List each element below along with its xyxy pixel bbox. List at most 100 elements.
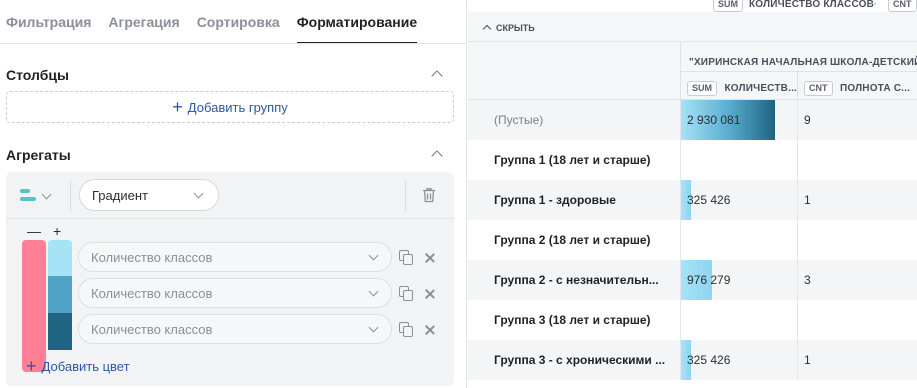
- aggregates-section-title: Агрегаты: [6, 147, 71, 163]
- sum-cell[interactable]: 325 426: [680, 180, 797, 220]
- tab-formatting[interactable]: Форматирование: [296, 0, 418, 44]
- copy-icon[interactable]: [399, 250, 414, 265]
- column-header-sum[interactable]: SUM КОЛИЧЕСТВ...: [680, 72, 797, 100]
- close-icon[interactable]: [425, 325, 435, 335]
- add-color-label: Добавить цвет: [41, 358, 130, 374]
- row-header-corner: [468, 42, 680, 100]
- cnt-cell[interactable]: 1: [797, 180, 917, 220]
- top-measure-strip: SUM КОЛИЧЕСТВО КЛАССОВ ·· CNT: [468, 0, 917, 12]
- columns-section-title: Столбцы: [6, 67, 69, 83]
- close-icon[interactable]: [425, 253, 435, 263]
- cell-value: 9: [804, 113, 811, 127]
- cnt-tag: CNT: [888, 0, 917, 12]
- sum-cell[interactable]: [680, 300, 797, 340]
- plus-icon: +: [172, 97, 183, 117]
- cnt-cell[interactable]: [797, 300, 917, 340]
- row-header[interactable]: (Пустые): [468, 100, 680, 140]
- tab-aggregation[interactable]: Агрегация: [108, 0, 179, 44]
- header-divider-right: [405, 180, 406, 211]
- cnt-cell[interactable]: 1: [797, 340, 917, 380]
- chevron-down-icon: [42, 191, 52, 201]
- copy-icon[interactable]: [399, 322, 414, 337]
- plus-icon: +: [26, 356, 37, 376]
- sum-cell[interactable]: 2 930 081: [680, 100, 797, 140]
- chevron-down-icon: [194, 190, 204, 200]
- measure-field-value: Количество классов: [91, 322, 213, 337]
- cnt-cell[interactable]: [797, 220, 917, 260]
- sum-tag: SUM: [713, 0, 743, 12]
- row-header[interactable]: Группа 3 (18 лет и старше): [468, 300, 680, 340]
- bars-icon: [20, 188, 36, 204]
- cell-value: 1: [804, 353, 811, 367]
- color-segment[interactable]: [48, 276, 72, 313]
- tab-bar: Фильтрация Агрегация Сортировка Форматир…: [6, 0, 434, 44]
- add-color-button[interactable]: + Добавить цвет: [26, 357, 130, 375]
- cell-value: 325 426: [687, 353, 731, 367]
- aggregate-format-card: Градиент — + Количество классов Количест…: [6, 172, 454, 386]
- format-type-value: Градиент: [92, 188, 148, 203]
- settings-panel: Фильтрация Агрегация Сортировка Форматир…: [0, 0, 467, 388]
- positive-color-scale[interactable]: [48, 240, 72, 372]
- add-group-button[interactable]: + Добавить группу: [6, 91, 454, 123]
- measure-field-select[interactable]: Количество классов: [78, 242, 392, 272]
- color-segment[interactable]: [48, 313, 72, 350]
- preview-table: SUM КОЛИЧЕСТВО КЛАССОВ ·· CNT СКРЫТЬ "ХИ…: [468, 0, 917, 388]
- app-root: Фильтрация Агрегация Сортировка Форматир…: [0, 0, 917, 388]
- header-divider: [70, 180, 71, 211]
- top-measure-label: КОЛИЧЕСТВО КЛАССОВ: [749, 0, 875, 10]
- row-header[interactable]: Группа 2 - с незначительн...: [468, 260, 680, 300]
- aggregate-format-header: Градиент: [6, 172, 454, 219]
- sum-cell[interactable]: [680, 140, 797, 180]
- measure-field-value: Количество классов: [91, 286, 213, 301]
- chevron-down-icon: [369, 324, 379, 334]
- tab-filtering[interactable]: Фильтрация: [6, 0, 91, 44]
- hide-button[interactable]: СКРЫТЬ: [482, 23, 535, 33]
- measure-field-select[interactable]: Количество классов: [78, 314, 392, 344]
- hide-row: СКРЫТЬ: [468, 12, 917, 42]
- sum-tag: SUM: [687, 81, 717, 96]
- cell-value: 976 279: [687, 273, 731, 287]
- add-positive-color-button[interactable]: +: [53, 223, 61, 239]
- chevron-down-icon: [369, 252, 379, 262]
- cnt-tag: CNT: [804, 81, 833, 96]
- cnt-cell[interactable]: [797, 140, 917, 180]
- cnt-cell[interactable]: 9: [797, 100, 917, 140]
- remove-negative-color-button[interactable]: —: [27, 223, 41, 239]
- color-segment[interactable]: [22, 240, 46, 372]
- color-segment[interactable]: [48, 240, 72, 276]
- negative-color-stop[interactable]: [22, 240, 46, 372]
- column-header-cnt[interactable]: CNT ПОЛНОТА С...: [797, 72, 917, 100]
- trash-icon[interactable]: [422, 187, 436, 203]
- collapse-aggregates-chevron-up-icon[interactable]: [431, 148, 443, 160]
- chevron-up-icon: [482, 23, 492, 33]
- column-header-label: КОЛИЧЕСТВ...: [724, 83, 797, 94]
- chevron-down-icon: [369, 288, 379, 298]
- more-dots: ··: [870, 0, 878, 10]
- add-group-label: Добавить группу: [187, 99, 288, 115]
- sum-cell[interactable]: 325 426: [680, 340, 797, 380]
- sum-cell[interactable]: [680, 220, 797, 260]
- cell-value: 325 426: [687, 193, 731, 207]
- row-header[interactable]: Группа 1 (18 лет и старше): [468, 140, 680, 180]
- column-header-label: ПОЛНОТА С...: [839, 83, 911, 94]
- row-header[interactable]: Группа 1 - здоровые: [468, 180, 680, 220]
- sum-cell[interactable]: 976 279: [680, 260, 797, 300]
- tabs-divider: [0, 43, 466, 44]
- hide-label: СКРЫТЬ: [496, 23, 535, 33]
- chart-type-dropdown[interactable]: [20, 185, 64, 207]
- format-type-select[interactable]: Градиент: [79, 179, 219, 211]
- cell-value: 1: [804, 193, 811, 207]
- row-header[interactable]: Группа 3 - с хроническими ...: [468, 340, 680, 380]
- cell-value: 2 930 081: [687, 113, 741, 127]
- close-icon[interactable]: [425, 289, 435, 299]
- tab-sorting[interactable]: Сортировка: [197, 0, 280, 44]
- copy-icon[interactable]: [399, 286, 414, 301]
- row-header[interactable]: Группа 2 (18 лет и старше): [468, 220, 680, 260]
- column-group-label: "ХИРИНСКАЯ НАЧАЛЬНАЯ ШКОЛА-ДЕТСКИЙ...: [689, 57, 917, 68]
- column-group-header: "ХИРИНСКАЯ НАЧАЛЬНАЯ ШКОЛА-ДЕТСКИЙ...: [680, 42, 917, 72]
- cnt-cell[interactable]: 3: [797, 260, 917, 300]
- measure-field-value: Количество классов: [91, 250, 213, 265]
- cell-value: 3: [804, 273, 811, 287]
- measure-field-select[interactable]: Количество классов: [78, 278, 392, 308]
- collapse-columns-chevron-up-icon[interactable]: [431, 68, 443, 80]
